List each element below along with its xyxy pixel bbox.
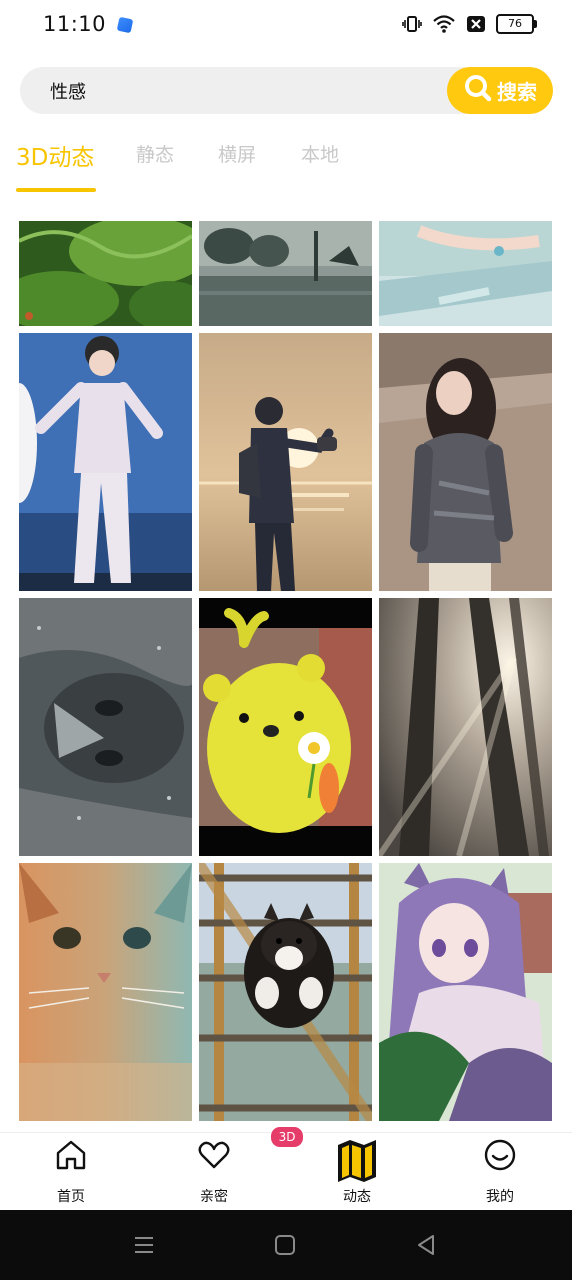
category-tabs: 3D动态 静态 横屏 本地 — [0, 130, 572, 196]
nav-home[interactable]: 首页 — [21, 1133, 121, 1211]
home-icon — [53, 1137, 89, 1177]
nav-home-label: 首页 — [57, 1189, 85, 1205]
home-button-icon[interactable] — [274, 1234, 296, 1260]
beach-girl-wallpaper[interactable] — [379, 333, 552, 591]
cat-wallpaper[interactable] — [19, 863, 192, 1121]
anime-girl-wallpaper[interactable] — [379, 863, 552, 1121]
no-sim-icon — [466, 14, 486, 34]
vibrate-icon — [402, 14, 422, 34]
app-notification-icon — [116, 16, 134, 34]
sunset-silhouette-wallpaper[interactable] — [199, 333, 372, 591]
wifi-icon — [432, 14, 456, 34]
tab-landscape[interactable]: 横屏 — [218, 140, 256, 167]
heart-icon — [196, 1137, 232, 1177]
menu-icon[interactable] — [133, 1234, 155, 1260]
tab-3d-dynamic[interactable]: 3D动态 — [16, 138, 94, 172]
sunlit-forest-wallpaper[interactable] — [379, 598, 552, 856]
wallpaper-grid — [19, 221, 553, 1121]
yellow-bear-wallpaper[interactable] — [199, 598, 372, 856]
status-time: 11:10 — [43, 12, 107, 36]
smiley-icon — [482, 1137, 518, 1177]
search-button-label: 搜索 — [497, 80, 537, 104]
system-navigation-bar — [0, 1210, 572, 1280]
back-icon[interactable] — [415, 1234, 437, 1260]
nav-intimate[interactable]: 亲密 — [164, 1133, 264, 1211]
status-icons: 76 — [402, 14, 537, 34]
battery-icon: 76 — [496, 14, 537, 34]
active-tab-indicator — [16, 188, 96, 192]
rainy-face-wallpaper[interactable] — [19, 598, 192, 856]
3d-badge: 3D — [270, 1126, 304, 1148]
tab-static[interactable]: 静态 — [136, 140, 174, 167]
search-button[interactable]: 搜索 — [447, 67, 553, 114]
tab-local[interactable]: 本地 — [301, 140, 339, 167]
nav-intimate-label: 亲密 — [200, 1189, 228, 1205]
bed-scene-wallpaper[interactable] — [379, 221, 552, 326]
search-icon — [463, 73, 493, 108]
nav-dynamic-label: 动态 — [343, 1189, 371, 1205]
search-bar: 性感 搜索 — [20, 67, 553, 114]
nav-dynamic[interactable]: 动态 — [307, 1133, 407, 1211]
lake-trees-wallpaper[interactable] — [199, 221, 372, 326]
search-input[interactable]: 性感 — [50, 67, 430, 114]
map-icon — [335, 1137, 379, 1187]
stage-performer-wallpaper[interactable] — [19, 333, 192, 591]
forest-wallpaper[interactable] — [19, 221, 192, 326]
nav-mine-label: 我的 — [486, 1189, 514, 1205]
nav-mine[interactable]: 我的 — [450, 1133, 550, 1211]
status-bar: 11:10 76 — [0, 0, 572, 52]
husky-puppy-wallpaper[interactable] — [199, 863, 372, 1121]
